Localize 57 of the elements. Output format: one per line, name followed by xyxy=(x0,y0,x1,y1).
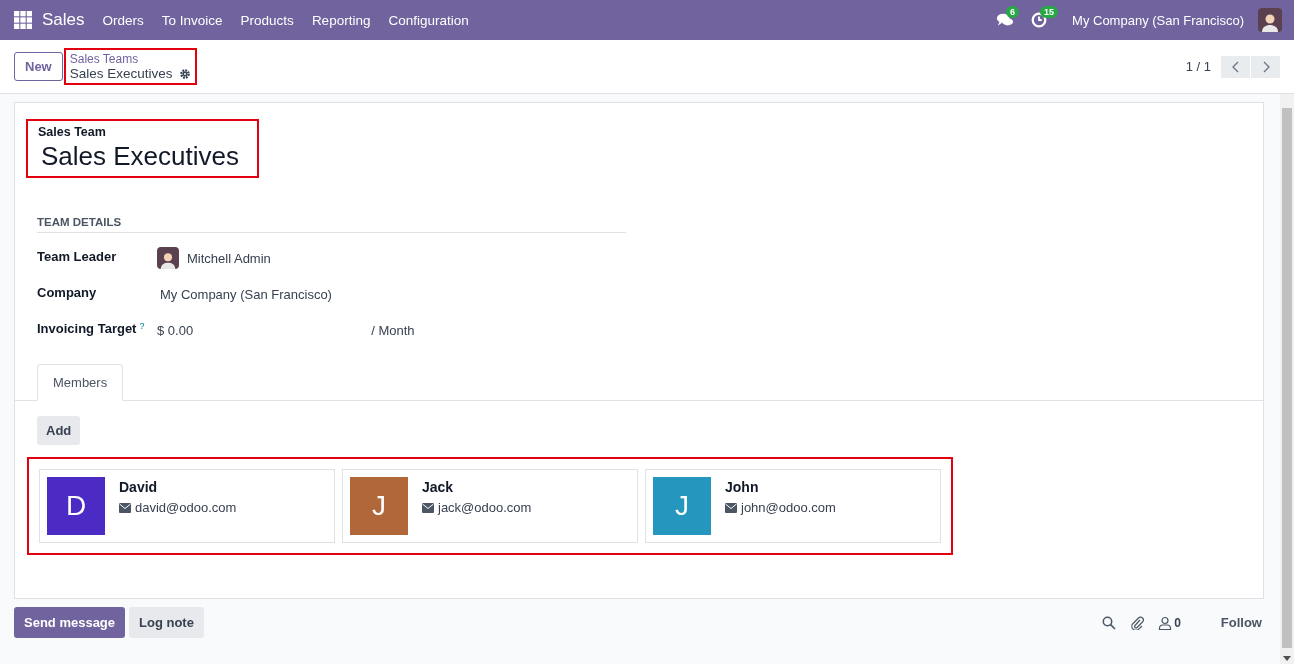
send-message-button[interactable]: Send message xyxy=(14,607,126,638)
menu-item[interactable]: To Invoice xyxy=(161,12,223,28)
new-button[interactable]: New xyxy=(14,52,63,81)
follow-button[interactable]: Follow xyxy=(1220,615,1262,630)
person-icon xyxy=(1158,615,1173,630)
apps-grid-icon[interactable] xyxy=(14,11,32,29)
company-switcher[interactable]: My Company (San Francisco) xyxy=(1072,12,1244,28)
breadcrumb-current: Sales Executives xyxy=(69,66,173,81)
message-count-badge: 6 xyxy=(1006,6,1020,18)
member-email: john@odoo.com xyxy=(741,500,836,515)
field-label: Sales Team xyxy=(38,125,107,139)
menu-item[interactable]: Products xyxy=(240,12,294,28)
field-value[interactable]: $ 0.00 xyxy=(157,322,194,338)
scroll-down-arrow-icon[interactable] xyxy=(1283,656,1291,661)
breadcrumb-link[interactable]: Sales Teams xyxy=(69,52,191,66)
menu-item[interactable]: Configuration xyxy=(388,12,469,28)
user-avatar[interactable] xyxy=(1258,8,1282,32)
member-initial-avatar: J xyxy=(350,477,408,535)
followers-button[interactable]: 0 xyxy=(1158,615,1181,630)
scrollbar-thumb[interactable] xyxy=(1282,108,1292,648)
envelope-icon xyxy=(422,502,434,513)
field-label: Invoicing Target xyxy=(37,321,137,336)
paperclip-icon[interactable] xyxy=(1130,615,1145,630)
person-silhouette-icon xyxy=(1260,12,1280,32)
field-suffix: / Month xyxy=(371,322,415,338)
menu-item[interactable]: Reporting xyxy=(311,12,371,28)
field-value[interactable]: My Company (San Francisco) xyxy=(160,286,332,302)
app-name[interactable]: Sales xyxy=(42,10,85,30)
field-label: Team Leader xyxy=(37,249,117,264)
member-initial-avatar: J xyxy=(653,477,711,535)
log-note-button[interactable]: Log note xyxy=(129,607,204,638)
pager-value: 1 / 1 xyxy=(1185,59,1211,74)
record-title: Sales Executives xyxy=(41,141,239,172)
field-label: Company xyxy=(37,285,97,300)
member-name: David xyxy=(119,479,159,495)
envelope-icon xyxy=(119,502,131,513)
activity-count-badge: 15 xyxy=(1040,6,1059,18)
field-value[interactable]: Mitchell Admin xyxy=(187,250,271,266)
envelope-icon xyxy=(725,502,737,513)
member-name: Jack xyxy=(422,479,455,495)
menu-item[interactable]: Orders xyxy=(102,12,144,28)
member-card[interactable]: D David david@odoo.com xyxy=(39,469,335,543)
search-icon[interactable] xyxy=(1102,615,1117,630)
add-button[interactable]: Add xyxy=(37,416,81,445)
member-card[interactable]: J Jack jack@odoo.com xyxy=(342,469,638,543)
help-tooltip[interactable]: ? xyxy=(139,321,145,336)
member-initial-avatar: D xyxy=(47,477,105,535)
section-heading: TEAM DETAILS xyxy=(37,216,626,233)
member-email: jack@odoo.com xyxy=(438,500,532,515)
chevron-left-icon xyxy=(1230,60,1241,73)
tab[interactable]: Members xyxy=(37,364,124,401)
member-name: John xyxy=(725,479,760,495)
member-card[interactable]: J John john@odoo.com xyxy=(645,469,941,543)
settings-icon[interactable] xyxy=(178,67,191,80)
followers-count: 0 xyxy=(1174,615,1181,630)
scrollbar[interactable] xyxy=(1280,94,1294,664)
member-email: david@odoo.com xyxy=(135,500,237,515)
